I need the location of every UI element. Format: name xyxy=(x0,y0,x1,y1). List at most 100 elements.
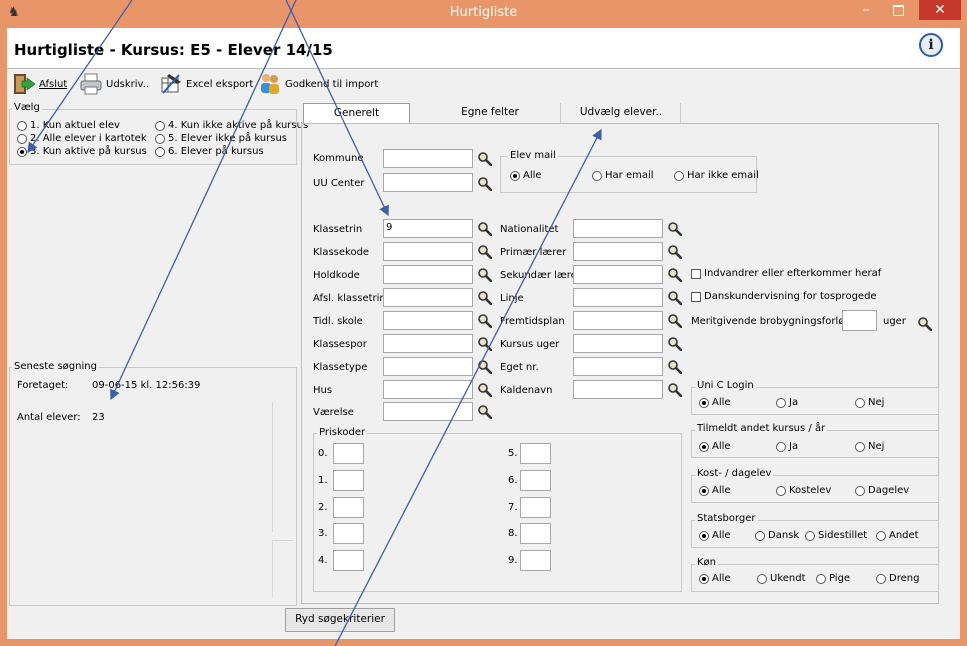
tab-udvaelg-elever[interactable]: Udvælg elever.. xyxy=(562,103,681,123)
uni-c-ja[interactable]: Ja xyxy=(776,397,798,408)
klassekode-search-icon[interactable] xyxy=(477,244,493,260)
kursus-uger-search-icon[interactable] xyxy=(667,336,683,352)
radio-icon xyxy=(674,170,684,181)
eget-nr-input[interactable] xyxy=(573,357,663,376)
koen-dreng[interactable]: Dreng xyxy=(876,573,919,584)
kost-kostelev[interactable]: Kostelev xyxy=(776,485,831,496)
kommune-input[interactable] xyxy=(383,149,473,168)
kommune-search-icon[interactable] xyxy=(477,151,493,167)
elev-mail-alle[interactable]: Alle xyxy=(510,170,542,181)
primaer-laerer-search-icon[interactable] xyxy=(667,244,683,260)
uu-center-search-icon[interactable] xyxy=(477,176,493,192)
uni-c-nej[interactable]: Nej xyxy=(855,397,884,408)
priskode-input-8[interactable] xyxy=(520,523,551,544)
option-label: Ja xyxy=(789,441,799,452)
ryd-soegekriterier-button[interactable]: Ryd søgekriterier xyxy=(285,608,395,632)
radio-selected-icon xyxy=(699,441,709,452)
klassekode-input[interactable] xyxy=(383,242,473,261)
holdkode-input[interactable] xyxy=(383,265,473,284)
koen-alle[interactable]: Alle xyxy=(699,573,731,584)
vaerelse-input[interactable] xyxy=(383,402,473,421)
uni-c-alle[interactable]: Alle xyxy=(699,397,731,408)
hus-search-icon[interactable] xyxy=(477,382,493,398)
seneste-title: Seneste søgning xyxy=(12,361,99,372)
kaldenavn-input[interactable] xyxy=(573,380,663,399)
priskode-input-0[interactable] xyxy=(333,443,364,464)
linje-search-icon[interactable] xyxy=(667,290,683,306)
kaldenavn-search-icon[interactable] xyxy=(667,382,683,398)
uu-center-input[interactable] xyxy=(383,173,473,192)
excel-eksport-button[interactable]: Excel eksport xyxy=(159,70,253,98)
radio-selected-icon xyxy=(699,573,709,584)
indvandrer-checkbox[interactable]: Indvandrer eller efterkommer heraf xyxy=(691,268,881,279)
fremtidsplan-input[interactable] xyxy=(573,311,663,330)
klassetype-input[interactable] xyxy=(383,357,473,376)
hus-input[interactable] xyxy=(383,380,473,399)
vaelg-option-2[interactable]: 2. Alle elever i kartotek xyxy=(17,133,147,144)
godkend-button[interactable]: Godkend til import xyxy=(258,70,378,98)
meritgivende-search-icon[interactable] xyxy=(917,316,933,332)
priskoder-title: Priskoder xyxy=(317,427,368,438)
vaerelse-search-icon[interactable] xyxy=(477,404,493,420)
klassespor-search-icon[interactable] xyxy=(477,336,493,352)
holdkode-search-icon[interactable] xyxy=(477,267,493,283)
priskode-input-1[interactable] xyxy=(333,470,364,491)
window-frame-left xyxy=(0,28,7,646)
close-button[interactable]: ✕ xyxy=(919,0,961,20)
tilmeldt-nej[interactable]: Nej xyxy=(855,441,884,452)
tab-generelt[interactable]: Generelt xyxy=(303,103,410,124)
klassetrin-search-icon[interactable] xyxy=(477,221,493,237)
statsborger-sidestillet[interactable]: Sidestillet xyxy=(805,530,867,541)
danskundervisning-checkbox[interactable]: Danskundervisning for tosprogede xyxy=(691,291,877,302)
udskriv-button[interactable]: Udskriv.. xyxy=(79,70,149,98)
priskode-input-7[interactable] xyxy=(520,497,551,518)
nationalitet-input[interactable] xyxy=(573,219,663,238)
statsborger-alle[interactable]: Alle xyxy=(699,530,731,541)
vaelg-option-6[interactable]: 6. Elever på kursus xyxy=(155,146,264,157)
tidl-skole-input[interactable] xyxy=(383,311,473,330)
tidl-skole-search-icon[interactable] xyxy=(477,313,493,329)
priskode-input-9[interactable] xyxy=(520,550,551,571)
klassekode-label: Klassekode xyxy=(313,247,370,258)
elev-mail-har-ikke-email[interactable]: Har ikke email xyxy=(674,170,759,181)
afslut-button[interactable]: Afslut xyxy=(12,70,67,98)
eget-nr-search-icon[interactable] xyxy=(667,359,683,375)
sekundaer-laerer-input[interactable] xyxy=(573,265,663,284)
maximize-button[interactable] xyxy=(883,0,913,22)
priskode-input-3[interactable] xyxy=(333,523,364,544)
vaelg-option-1[interactable]: 1. Kun aktuel elev xyxy=(17,120,120,131)
tilmeldt-ja[interactable]: Ja xyxy=(776,441,798,452)
sekundaer-laerer-search-icon[interactable] xyxy=(667,267,683,283)
afsl-klassetrin-search-icon[interactable] xyxy=(477,290,493,306)
koen-pige[interactable]: Pige xyxy=(816,573,850,584)
afsl-klassetrin-input[interactable] xyxy=(383,288,473,307)
priskode-input-6[interactable] xyxy=(520,470,551,491)
klassetrin-input[interactable]: 9 xyxy=(383,219,473,238)
priskode-input-5[interactable] xyxy=(520,443,551,464)
linje-input[interactable] xyxy=(573,288,663,307)
statsborger-dansk[interactable]: Dansk xyxy=(755,530,799,541)
primaer-laerer-input[interactable] xyxy=(573,242,663,261)
tilmeldt-alle[interactable]: Alle xyxy=(699,441,731,452)
vaelg-option-5[interactable]: 5. Elever ikke på kursus xyxy=(155,133,287,144)
minimize-button[interactable]: – xyxy=(851,0,881,22)
priskode-input-4[interactable] xyxy=(333,550,364,571)
koen-ukendt[interactable]: Ukendt xyxy=(757,573,806,584)
kursus-uger-input[interactable] xyxy=(573,334,663,353)
info-icon[interactable]: i xyxy=(919,33,943,57)
klassespor-input[interactable] xyxy=(383,334,473,353)
kost-alle[interactable]: Alle xyxy=(699,485,731,496)
nationalitet-search-icon[interactable] xyxy=(667,221,683,237)
fremtidsplan-search-icon[interactable] xyxy=(667,313,683,329)
priskode-input-2[interactable] xyxy=(333,497,364,518)
vaelg-option-4[interactable]: 4. Kun ikke aktive på kursus xyxy=(155,120,308,131)
meritgivende-uger-input[interactable] xyxy=(842,310,877,331)
vaelg-option-3[interactable]: 3. Kun aktive på kursus xyxy=(17,146,147,157)
klassetype-search-icon[interactable] xyxy=(477,359,493,375)
button-label: Ryd søgekriterier xyxy=(295,613,385,625)
elev-mail-har-email[interactable]: Har email xyxy=(592,170,654,181)
kost-dagelev[interactable]: Dagelev xyxy=(855,485,909,496)
radio-icon xyxy=(757,573,767,584)
statsborger-andet[interactable]: Andet xyxy=(876,530,919,541)
tab-egne-felter[interactable]: Egne felter xyxy=(420,103,561,123)
